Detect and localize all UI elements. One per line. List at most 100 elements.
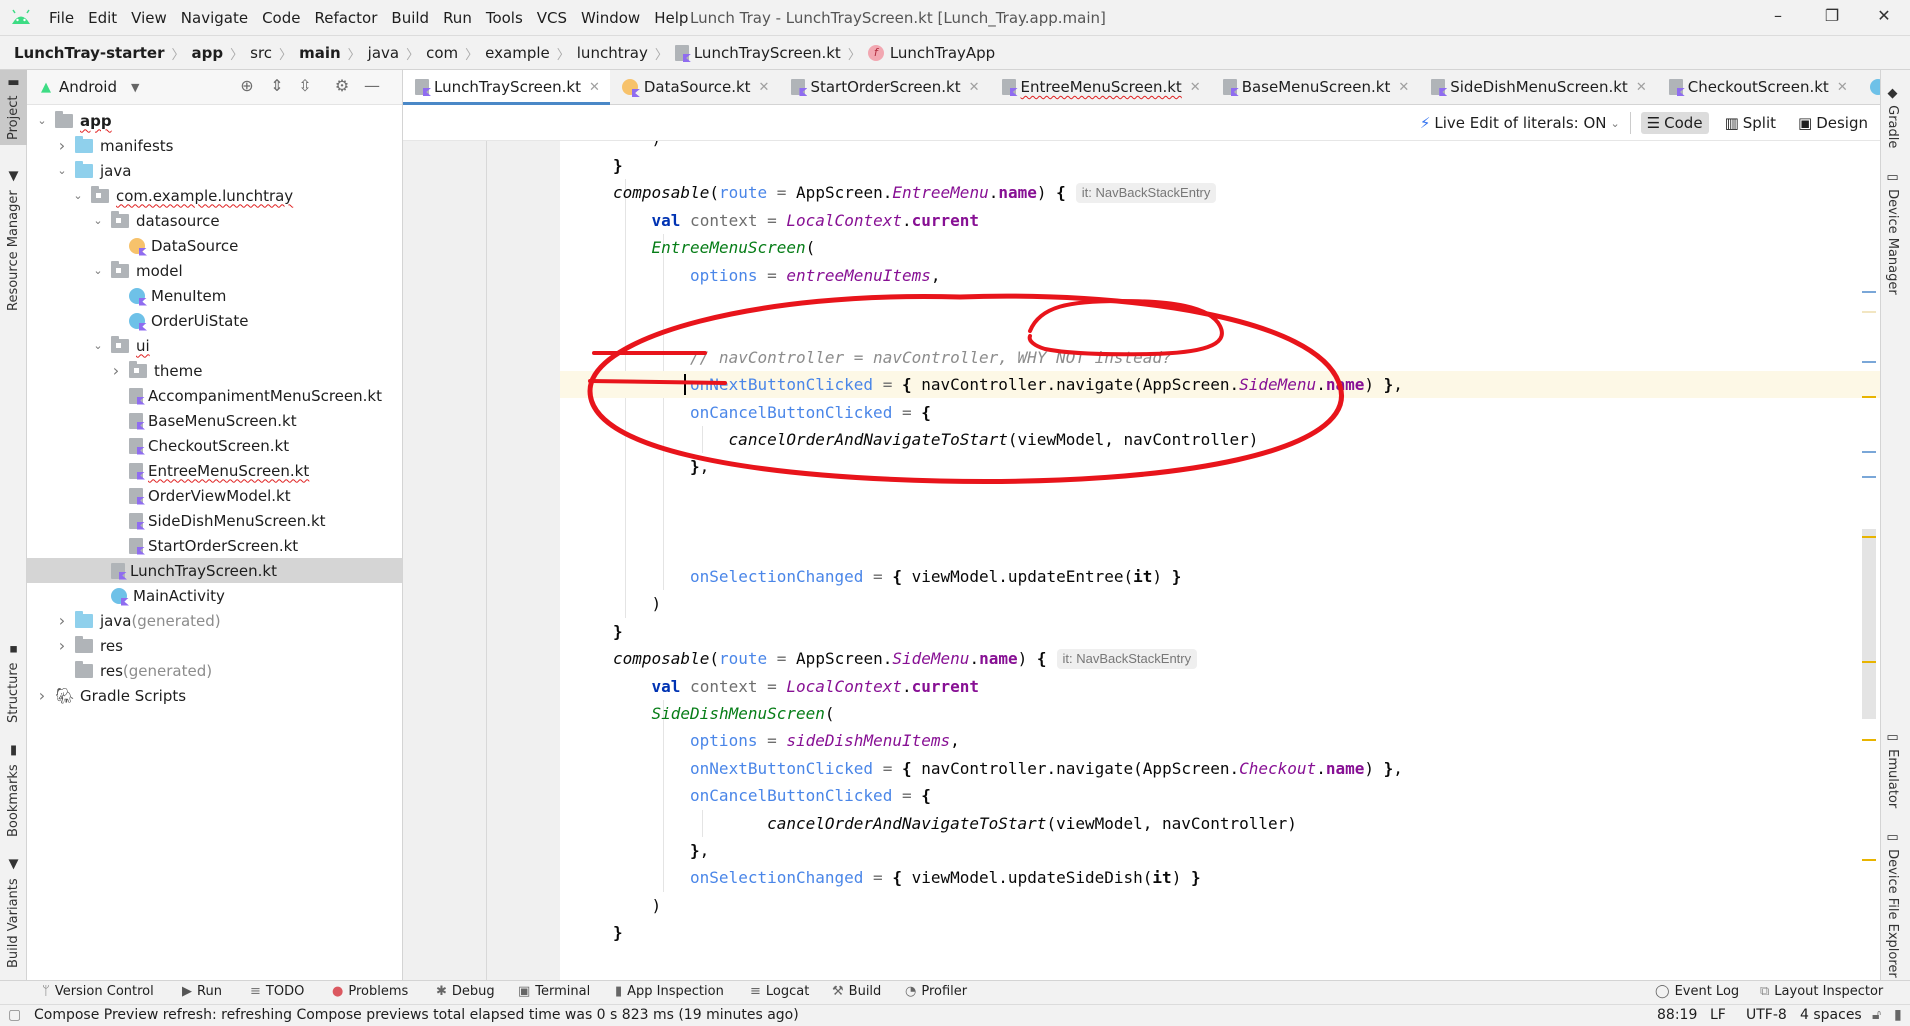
chevron-right-icon[interactable]: › bbox=[55, 636, 69, 655]
code-line[interactable]: 109 bbox=[560, 947, 1880, 974]
todo-tool[interactable]: ≡ TODO bbox=[250, 984, 304, 999]
status-message[interactable]: Compose Preview refresh: refreshing Comp… bbox=[34, 1007, 799, 1023]
tree-item[interactable]: LunchTrayScreen.kt bbox=[27, 558, 402, 583]
line-separator[interactable]: LF bbox=[1710, 1007, 1726, 1023]
code-line[interactable]: 89onCancelButtonClicked = { bbox=[560, 399, 1880, 426]
chevron-right-icon[interactable]: › bbox=[55, 136, 69, 155]
code-line[interactable]: 100SideDishMenuScreen( bbox=[560, 700, 1880, 727]
menu-build[interactable]: Build bbox=[384, 9, 436, 27]
code-line[interactable]: 103onCancelButtonClicked = { bbox=[560, 782, 1880, 809]
caret-position[interactable]: 88:19 bbox=[1657, 1007, 1697, 1023]
tree-item[interactable]: › java (generated) bbox=[27, 608, 402, 633]
breadcrumb-src[interactable]: src bbox=[250, 44, 272, 62]
stripe-marker[interactable] bbox=[1862, 361, 1876, 363]
tree-item[interactable]: SideDishMenuScreen.kt bbox=[27, 508, 402, 533]
breadcrumb-file[interactable]: LunchTrayScreen.kt bbox=[694, 44, 841, 62]
file-encoding[interactable]: UTF-8 bbox=[1746, 1007, 1787, 1023]
menu-vcs[interactable]: VCS bbox=[530, 9, 574, 27]
menu-window[interactable]: Window bbox=[574, 9, 647, 27]
chevron-down-icon[interactable]: ⌄ bbox=[55, 164, 69, 177]
tree-item[interactable]: EntreeMenuScreen.kt bbox=[27, 458, 402, 483]
logcat-tool[interactable]: ≡ Logcat bbox=[750, 984, 809, 999]
expand-all-icon[interactable]: ⇕ bbox=[266, 76, 288, 98]
tree-item[interactable]: ⌄ com.example.lunchtray bbox=[27, 183, 402, 208]
stripe-marker[interactable] bbox=[1862, 451, 1876, 453]
code-line[interactable]: 80} bbox=[560, 152, 1880, 179]
menu-navigate[interactable]: Navigate bbox=[174, 9, 255, 27]
maximize-button[interactable]: ❐ bbox=[1812, 6, 1852, 30]
chevron-down-icon[interactable]: ⌄ bbox=[91, 264, 105, 277]
close-tab-icon[interactable]: ✕ bbox=[759, 80, 770, 95]
code-line[interactable]: 86 bbox=[560, 316, 1880, 343]
tree-item[interactable]: BaseMenuScreen.kt bbox=[27, 408, 402, 433]
code-line[interactable]: 105}, bbox=[560, 837, 1880, 864]
editor-tab[interactable]: CheckoutScreen.kt ✕ bbox=[1657, 70, 1858, 104]
tree-item[interactable]: › theme bbox=[27, 358, 402, 383]
collapse-all-icon[interactable]: ⇳ bbox=[294, 76, 316, 98]
code-line[interactable]: 81composable(route = AppScreen.EntreeMen… bbox=[560, 179, 1880, 206]
close-tab-icon[interactable]: ✕ bbox=[1398, 80, 1409, 95]
tree-item[interactable]: ⌄ java bbox=[27, 158, 402, 183]
breadcrumb-main[interactable]: main bbox=[299, 44, 341, 62]
code-line[interactable]: 108} bbox=[560, 919, 1880, 946]
code-line[interactable]: 106onSelectionChanged = { viewModel.upda… bbox=[560, 864, 1880, 891]
tree-item[interactable]: MainActivity bbox=[27, 583, 402, 608]
event-log-tool[interactable]: ◯ Event Log bbox=[1655, 984, 1739, 999]
terminal-tool[interactable]: ▣ Terminal bbox=[518, 984, 590, 999]
stripe-marker[interactable] bbox=[1862, 291, 1876, 293]
app-inspection-tool[interactable]: ▮ App Inspection bbox=[615, 984, 724, 999]
close-tab-icon[interactable]: ✕ bbox=[969, 80, 980, 95]
code-line[interactable]: 101options = sideDishMenuItems, bbox=[560, 727, 1880, 754]
toggle-tool-windows-icon[interactable]: ▢ bbox=[8, 1007, 21, 1023]
tree-item[interactable]: OrderViewModel.kt bbox=[27, 483, 402, 508]
menu-tools[interactable]: Tools bbox=[479, 9, 530, 27]
code-line[interactable]: 107) bbox=[560, 892, 1880, 919]
tree-item[interactable]: StartOrderScreen.kt bbox=[27, 533, 402, 558]
code-mode-button[interactable]: ☰ Code bbox=[1640, 112, 1709, 134]
editor-tab[interactable]: BaseMenuScreen.kt ✕ bbox=[1211, 70, 1420, 104]
code-line[interactable]: 85 bbox=[560, 289, 1880, 316]
close-tab-icon[interactable]: ✕ bbox=[1636, 80, 1647, 95]
code-line[interactable]: 92 bbox=[560, 481, 1880, 508]
editor-tab[interactable]: StartOrderScreen.kt ✕ bbox=[779, 70, 989, 104]
editor-tab[interactable]: EntreeMenuScreen.kt ✕ bbox=[990, 70, 1211, 104]
resource-manager-tool-tab[interactable]: Resource Manager ▲ bbox=[0, 165, 27, 315]
tree-item[interactable]: ⌄ ui bbox=[27, 333, 402, 358]
code-line[interactable]: 96) bbox=[560, 590, 1880, 617]
caret-down-icon[interactable]: ▼ bbox=[131, 81, 139, 94]
menu-help[interactable]: Help bbox=[647, 9, 695, 27]
code-line[interactable]: 90cancelOrderAndNavigateToStart(viewMode… bbox=[560, 426, 1880, 453]
tree-item[interactable]: res (generated) bbox=[27, 658, 402, 683]
breadcrumb-example[interactable]: example bbox=[485, 44, 550, 62]
tree-item[interactable]: DataSource bbox=[27, 233, 402, 258]
tree-item[interactable]: CheckoutScreen.kt bbox=[27, 433, 402, 458]
error-stripe[interactable] bbox=[1862, 141, 1880, 980]
scrollbar-thumb[interactable] bbox=[1862, 529, 1876, 719]
inlay-type-hint[interactable]: it: NavBackStackEntry bbox=[1056, 649, 1198, 670]
profiler-tool[interactable]: ◔ Profiler bbox=[905, 984, 967, 999]
code-line[interactable]: 94 bbox=[560, 536, 1880, 563]
tree-item[interactable]: ⌄ app bbox=[27, 108, 402, 133]
chevron-right-icon[interactable]: › bbox=[55, 611, 69, 630]
code-line[interactable]: 104cancelOrderAndNavigateToStart(viewMod… bbox=[560, 810, 1880, 837]
lock-icon[interactable]: 🔓︎ bbox=[1872, 1007, 1881, 1023]
chevron-down-icon[interactable]: ⌄ bbox=[35, 114, 49, 127]
build-variants-tool-tab[interactable]: Build Variants ▲ bbox=[0, 855, 27, 970]
split-mode-button[interactable]: ▥ Split bbox=[1719, 112, 1782, 134]
gradle-tool-tab[interactable]: ◆ Gradle bbox=[1885, 86, 1900, 148]
stripe-marker[interactable] bbox=[1862, 311, 1876, 313]
code-line[interactable]: 88onNextButtonClicked = { navController.… bbox=[560, 371, 1880, 399]
chevron-down-icon[interactable]: ⌄ bbox=[1610, 117, 1619, 130]
tree-item[interactable]: ⌄ model bbox=[27, 258, 402, 283]
breadcrumb-java[interactable]: java bbox=[368, 44, 399, 62]
menu-file[interactable]: File bbox=[42, 9, 81, 27]
device-file-explorer-tool-tab[interactable]: ▭ Device File Explorer bbox=[1885, 830, 1900, 978]
notifications-icon[interactable]: ▮ bbox=[1894, 1007, 1902, 1023]
tree-item[interactable]: MenuItem bbox=[27, 283, 402, 308]
chevron-right-icon[interactable]: › bbox=[35, 686, 49, 705]
code-editor[interactable]: 80}81composable(route = AppScreen.Entree… bbox=[560, 141, 1880, 980]
editor-tab[interactable]: DataSource.kt ✕ bbox=[610, 70, 780, 104]
tree-item[interactable]: OrderUiState bbox=[27, 308, 402, 333]
stripe-marker[interactable] bbox=[1862, 661, 1876, 663]
project-view-select[interactable]: Android bbox=[59, 78, 117, 96]
